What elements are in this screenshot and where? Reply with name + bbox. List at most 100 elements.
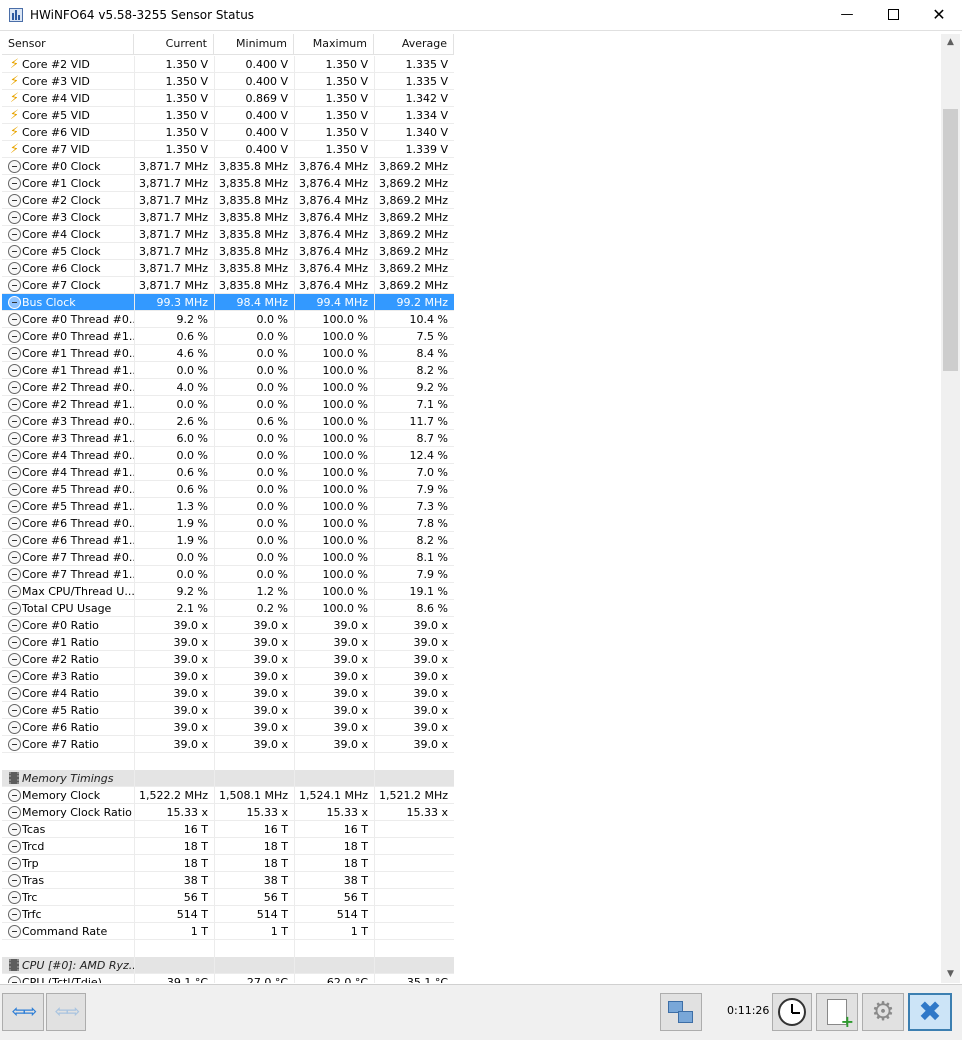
minimum-value: 0.400 V [214, 124, 294, 141]
sensor-row[interactable]: Core #6 Ratio 39.0 x 39.0 x 39.0 x 39.0 x [2, 719, 941, 736]
close-window-button[interactable]: ✕ [916, 0, 962, 30]
sensor-row[interactable]: ⚡ Core #6 VID 1.350 V 0.400 V 1.350 V 1.340 V [2, 124, 941, 141]
minimize-button[interactable]: — [824, 0, 870, 30]
sensor-row[interactable]: Total CPU Usage 2.1 % 0.2 % 100.0 % 8.6 % [2, 600, 941, 617]
sensor-row[interactable]: Core #7 Clock 3,871.7 MHz 3,835.8 MHz 3,876… [2, 277, 941, 294]
minimum-value [214, 753, 294, 770]
scroll-up-arrow-icon[interactable]: ▲ [941, 34, 960, 51]
minimum-value: 3,835.8 MHz [214, 158, 294, 175]
sensor-row[interactable]: Core #1 Ratio 39.0 x 39.0 x 39.0 x 39.0 x [2, 634, 941, 651]
sensor-row[interactable]: Core #7 Thread #1... 0.0 % 0.0 % 100.0 % 7.9… [2, 566, 941, 583]
column-header-maximum[interactable]: Maximum [294, 34, 374, 54]
logging-button[interactable] [816, 993, 858, 1031]
layout-toggle-button[interactable]: ⇦⇨ [2, 993, 44, 1031]
maximum-value: 3,876.4 MHz [294, 260, 374, 277]
sensor-row[interactable]: CPU (Tctl/Tdie) 39.1 °C 27.0 °C 62.0 °C 35.1… [2, 974, 941, 983]
sensor-row[interactable]: Core #6 Clock 3,871.7 MHz 3,835.8 MHz 3,876… [2, 260, 941, 277]
layout-toggle-button-disabled[interactable]: ⇦⇨ [46, 993, 86, 1031]
sensor-row[interactable]: ⚡ Core #4 VID 1.350 V 0.869 V 1.350 V 1.342 V [2, 90, 941, 107]
sensor-row[interactable]: Memory Clock 1,522.2 MHz 1,508.1 MHz 1,524.… [2, 787, 941, 804]
sensor-row[interactable]: Core #7 Thread #0... 0.0 % 0.0 % 100.0 % 8.1… [2, 549, 941, 566]
gauge-icon [8, 194, 21, 207]
sensor-row[interactable]: Core #5 Clock 3,871.7 MHz 3,835.8 MHz 3,876… [2, 243, 941, 260]
sensor-row[interactable]: ⚡ Core #2 VID 1.350 V 0.400 V 1.350 V 1.335 V [2, 56, 941, 73]
sensor-label: Core #5 VID [22, 109, 90, 122]
sensor-row[interactable]: Core #2 Thread #0... 4.0 % 0.0 % 100.0 % 9.2… [2, 379, 941, 396]
maximum-value: 15.33 x [294, 804, 374, 821]
sensor-row[interactable]: Trp 18 T 18 T 18 T [2, 855, 941, 872]
column-header-sensor[interactable]: Sensor [2, 34, 134, 54]
sensor-label: Memory Timings [22, 772, 114, 785]
column-header-current[interactable]: Current [134, 34, 214, 54]
sensor-row[interactable]: Core #0 Thread #0... 9.2 % 0.0 % 100.0 % 10.… [2, 311, 941, 328]
sensor-row[interactable]: ⚡ Core #3 VID 1.350 V 0.400 V 1.350 V 1.335 V [2, 73, 941, 90]
maximize-button[interactable] [870, 0, 916, 30]
sensor-row[interactable]: Core #5 Thread #1... 1.3 % 0.0 % 100.0 % 7.3… [2, 498, 941, 515]
close-sensors-button[interactable]: ✖ [908, 993, 952, 1031]
sensor-row[interactable]: Tras 38 T 38 T 38 T [2, 872, 941, 889]
sensor-row[interactable]: Core #1 Thread #0... 4.6 % 0.0 % 100.0 % 8.4… [2, 345, 941, 362]
sensor-row[interactable]: ⚡ Core #7 VID 1.350 V 0.400 V 1.350 V 1.339 V [2, 141, 941, 158]
sensor-row[interactable]: Core #4 Thread #0... 0.0 % 0.0 % 100.0 % 12.… [2, 447, 941, 464]
sensor-table[interactable]: Sensor Current Minimum Maximum Average ⚡… [2, 34, 941, 983]
average-value [374, 821, 454, 838]
sensor-row[interactable]: Core #2 Thread #1... 0.0 % 0.0 % 100.0 % 7.1… [2, 396, 941, 413]
minimum-value: 0.0 % [214, 430, 294, 447]
sensor-row[interactable]: Core #3 Thread #0... 2.6 % 0.6 % 100.0 % 11.… [2, 413, 941, 430]
minimum-value [214, 940, 294, 957]
sensor-row[interactable]: ⚡ Core #5 VID 1.350 V 0.400 V 1.350 V 1.334 V [2, 107, 941, 124]
sensor-name: Core #5 Thread #0... [2, 481, 134, 498]
gauge-icon [8, 704, 21, 717]
gauge-icon [8, 823, 21, 836]
gauge-icon [8, 313, 21, 326]
scrollbar-thumb[interactable] [943, 109, 958, 371]
sensor-row[interactable]: Core #4 Thread #1... 0.6 % 0.0 % 100.0 % 7.0… [2, 464, 941, 481]
sensor-row[interactable]: Core #5 Ratio 39.0 x 39.0 x 39.0 x 39.0 x [2, 702, 941, 719]
sensor-row[interactable]: Core #4 Ratio 39.0 x 39.0 x 39.0 x 39.0 x [2, 685, 941, 702]
table-header: Sensor Current Minimum Maximum Average [2, 34, 454, 55]
vertical-scrollbar[interactable]: ▲ ▼ [941, 34, 960, 983]
reset-timer-button[interactable] [772, 993, 812, 1031]
sensor-row[interactable]: Core #4 Clock 3,871.7 MHz 3,835.8 MHz 3,876… [2, 226, 941, 243]
settings-button[interactable]: ⚙ [862, 993, 904, 1031]
sensor-row[interactable]: Core #2 Clock 3,871.7 MHz 3,835.8 MHz 3,876… [2, 192, 941, 209]
sensor-row[interactable]: Trcd 18 T 18 T 18 T [2, 838, 941, 855]
minimum-value: 39.0 x [214, 736, 294, 753]
group-header-row[interactable]: Memory Timings [2, 770, 941, 787]
column-header-average[interactable]: Average [374, 34, 454, 54]
sensor-row[interactable]: Tcas 16 T 16 T 16 T [2, 821, 941, 838]
sensor-label: Core #1 Thread #1... [22, 364, 134, 377]
gauge-icon [8, 330, 21, 343]
average-value: 39.0 x [374, 702, 454, 719]
sensor-row[interactable]: Core #0 Thread #1... 0.6 % 0.0 % 100.0 % 7.5… [2, 328, 941, 345]
sensor-name: Core #2 Thread #1... [2, 396, 134, 413]
sensor-row[interactable]: Command Rate 1 T1 T1 T [2, 923, 941, 940]
network-button[interactable] [660, 993, 702, 1031]
sensor-row[interactable]: Core #7 Ratio 39.0 x 39.0 x 39.0 x 39.0 x [2, 736, 941, 753]
sensor-name: Core #7 Ratio [2, 736, 134, 753]
sensor-row[interactable]: Core #1 Clock 3,871.7 MHz 3,835.8 MHz 3,876… [2, 175, 941, 192]
sensor-name: Tcas [2, 821, 134, 838]
sensor-row[interactable]: Core #1 Thread #1... 0.0 % 0.0 % 100.0 % 8.2… [2, 362, 941, 379]
sensor-row[interactable]: Core #3 Thread #1... 6.0 % 0.0 % 100.0 % 8.7… [2, 430, 941, 447]
sensor-row[interactable]: Core #6 Thread #1... 1.9 % 0.0 % 100.0 % 8.2… [2, 532, 941, 549]
column-header-minimum[interactable]: Minimum [214, 34, 294, 54]
scroll-down-arrow-icon[interactable]: ▼ [941, 966, 960, 983]
maximum-value: 3,876.4 MHz [294, 175, 374, 192]
sensor-row[interactable]: Core #0 Ratio 39.0 x 39.0 x 39.0 x 39.0 x [2, 617, 941, 634]
sensor-row[interactable]: Trc 56 T 56 T 56 T [2, 889, 941, 906]
sensor-row[interactable]: Core #6 Thread #0... 1.9 % 0.0 % 100.0 % 7.8… [2, 515, 941, 532]
maximum-value: 100.0 % [294, 515, 374, 532]
sensor-row[interactable]: Core #3 Clock 3,871.7 MHz 3,835.8 MHz 3,876… [2, 209, 941, 226]
sensor-row[interactable]: Max CPU/Thread U... 9.2 % 1.2 % 100.0 % 19.1… [2, 583, 941, 600]
sensor-row[interactable]: Trfc 514 T 514 T 514 T [2, 906, 941, 923]
sensor-label: Memory Clock Ratio [22, 806, 132, 819]
sensor-row[interactable]: Core #5 Thread #0... 0.6 % 0.0 % 100.0 % 7.9… [2, 481, 941, 498]
group-header-row[interactable]: CPU [#0]: AMD Ryz... [2, 957, 941, 974]
sensor-label: Core #4 Clock [22, 228, 101, 241]
sensor-row[interactable]: Bus Clock 99.3 MHz 98.4 MHz 99.4 MHz 99.2 MH… [2, 294, 941, 311]
sensor-row[interactable]: Core #2 Ratio 39.0 x 39.0 x 39.0 x 39.0 x [2, 651, 941, 668]
sensor-row[interactable]: Core #0 Clock 3,871.7 MHz 3,835.8 MHz 3,876… [2, 158, 941, 175]
sensor-row[interactable]: Core #3 Ratio 39.0 x 39.0 x 39.0 x 39.0 x [2, 668, 941, 685]
sensor-row[interactable]: Memory Clock Ratio 15.33 x 15.33 x 15.33 x1… [2, 804, 941, 821]
